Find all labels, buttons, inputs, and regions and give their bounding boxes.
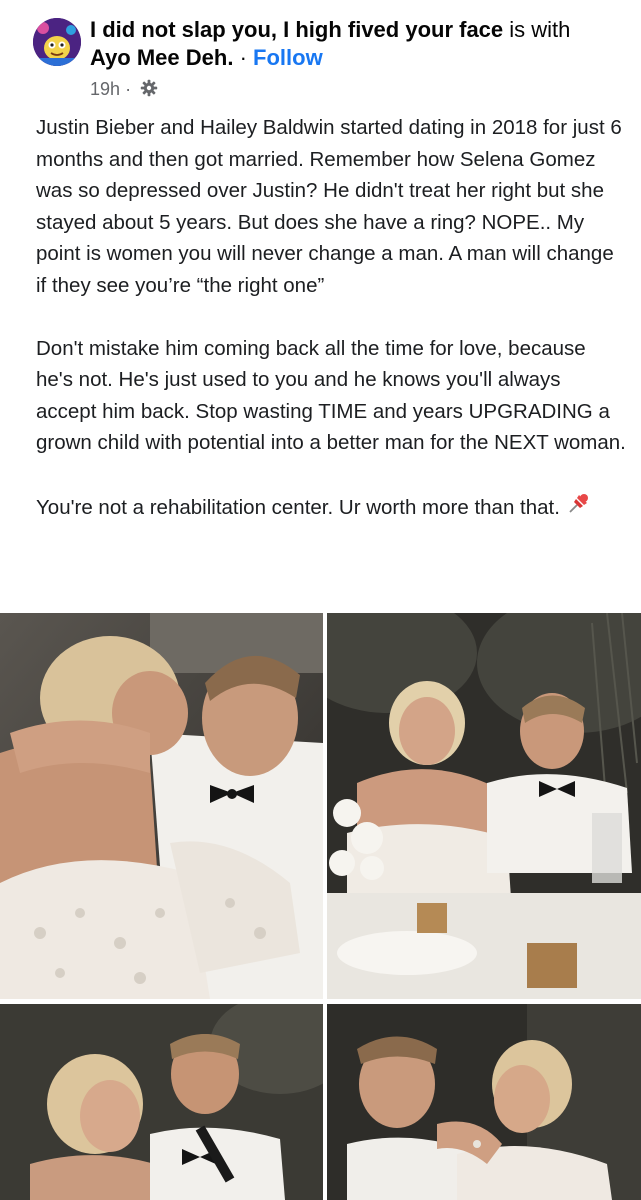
timestamp[interactable]: 19h <box>90 79 120 99</box>
follow-button[interactable]: Follow <box>253 45 323 70</box>
author-name[interactable]: I did not slap you, I high fived your fa… <box>90 17 503 42</box>
post-text: Justin Bieber and Hailey Baldwin started… <box>36 112 626 526</box>
profile-avatar[interactable] <box>33 18 81 66</box>
meta-separator: · <box>125 79 132 99</box>
post-paragraph-3-text: You're not a rehabilitation center. Ur w… <box>36 495 560 519</box>
with-text: is with <box>509 17 571 42</box>
photo-3[interactable] <box>0 1004 323 1200</box>
post-meta: 19h · <box>90 78 158 102</box>
photo-collage <box>0 613 641 1200</box>
post-paragraph-2: Don't mistake him coming back all the ti… <box>36 336 626 455</box>
photo-4[interactable] <box>327 1004 641 1200</box>
cartoon-avatar-icon <box>33 18 81 66</box>
gear-icon[interactable] <box>140 79 158 102</box>
post-header: I did not slap you, I high fived your fa… <box>0 0 641 104</box>
photo-1[interactable] <box>0 613 323 999</box>
post-paragraph-3: You're not a rehabilitation center. Ur w… <box>36 490 626 526</box>
photo-2[interactable] <box>327 613 641 999</box>
facebook-post: I did not slap you, I high fived your fa… <box>0 0 641 1200</box>
author-line: I did not slap you, I high fived your fa… <box>90 16 570 44</box>
tagged-name[interactable]: Ayo Mee Deh. <box>90 45 233 70</box>
separator-dot: · <box>239 45 247 70</box>
pushpin-icon <box>566 490 592 526</box>
post-paragraph-1: Justin Bieber and Hailey Baldwin started… <box>36 116 622 297</box>
tagged-line: Ayo Mee Deh. · Follow <box>90 44 323 72</box>
